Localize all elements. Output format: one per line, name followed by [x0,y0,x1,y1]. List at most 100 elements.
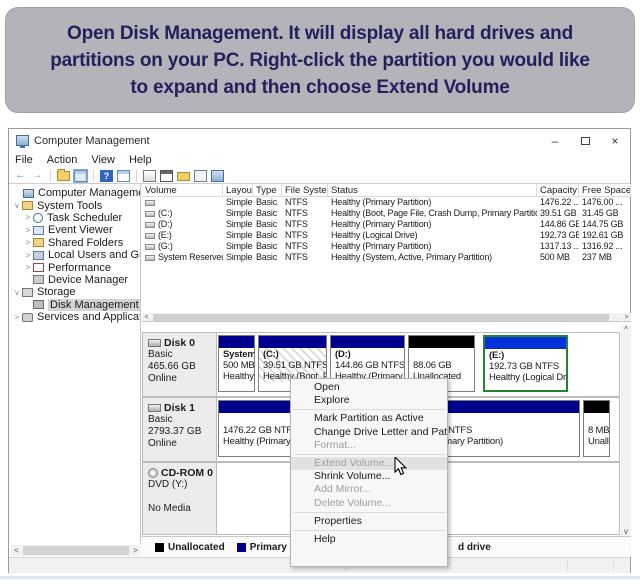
expander-icon[interactable]: > [12,313,22,322]
computer-icon[interactable] [211,170,224,182]
tree-item-task-scheduler[interactable]: > Task Scheduler [9,212,140,224]
partition-e[interactable]: (E:) 192.73 GB NTFS Healthy (Logical Dri… [483,335,568,392]
maximize-button[interactable] [570,129,600,152]
tree-horizontal-scrollbar[interactable]: < > [11,545,141,556]
volume-free: 192.61 GB [579,230,631,241]
primary-partition-swatch [237,543,246,552]
find-icon[interactable] [194,170,207,182]
tree-item-label: Computer Management (Local [38,187,140,199]
volume-icon [145,211,155,217]
legend-unallocated-label: Unallocated [168,542,225,553]
scroll-left-icon[interactable]: < [142,314,151,321]
expander-icon[interactable]: > [23,226,33,235]
window-icon[interactable] [117,170,130,182]
open-folder-icon[interactable] [177,172,190,181]
title-bar[interactable]: Computer Management – × [9,129,630,152]
back-icon[interactable]: ← [14,170,27,182]
scrollbar-thumb[interactable] [23,546,129,555]
column-volume[interactable]: Volume [142,184,223,197]
tree-item-device-manager[interactable]: Device Manager [9,274,140,286]
event-viewer-icon [33,226,44,235]
console-icon[interactable] [160,170,173,182]
column-type[interactable]: Type [253,184,282,197]
volume-row[interactable]: System Reserved Simple Basic NTFS Health… [142,252,631,263]
column-status[interactable]: Status [328,184,537,197]
up-one-level-icon[interactable] [57,171,70,181]
volume-row[interactable]: (G:) Simple Basic NTFS Healthy (Primary … [142,241,631,252]
menu-item-open[interactable]: Open [291,381,447,394]
expander-icon[interactable]: > [23,213,33,222]
tree-item-event-viewer[interactable]: > Event Viewer [9,224,140,236]
tree-item-storage[interactable]: v Storage [9,286,140,298]
menu-item-properties[interactable]: Properties [291,515,447,528]
menu-view[interactable]: View [91,154,115,166]
menu-item-shrink-volume[interactable]: Shrink Volume... [291,470,447,483]
column-layout[interactable]: Layout [223,184,253,197]
expander-icon[interactable]: > [23,263,33,272]
help-icon[interactable]: ? [100,170,113,182]
menu-item-mark-partition-as-active[interactable]: Mark Partition as Active [291,412,447,425]
show-console-tree-icon[interactable] [74,170,87,182]
forward-icon[interactable]: → [31,170,44,182]
scroll-up-icon[interactable]: ^ [621,325,631,334]
cdrom-label[interactable]: CD-ROM 0 DVD (Y:) No Media [143,463,217,534]
menu-item-explore[interactable]: Explore [291,394,447,407]
volume-row[interactable]: (C:) Simple Basic NTFS Healthy (Boot, Pa… [142,208,631,219]
expander-icon[interactable]: v [12,288,22,297]
disk0-label[interactable]: Disk 0 Basic 465.66 GB Online [143,333,217,396]
disk-size: 465.66 GB [148,361,216,373]
tree-item-shared-folders[interactable]: > Shared Folders [9,237,140,249]
partition-system-reserved[interactable]: System 500 MB NTFS Healthy [218,335,255,392]
task-scheduler-icon [33,213,43,223]
volume-capacity: 1476.22 ... [537,197,579,208]
tree-item-disk-management[interactable]: Disk Management [9,299,140,311]
tree-item-local-users-and-groups[interactable]: > Local Users and Groups [9,249,140,261]
scroll-down-icon[interactable]: v [621,527,631,536]
scroll-right-icon[interactable]: > [130,546,141,555]
tree-item-services-and-applications[interactable]: > Services and Applications [9,311,140,323]
device-manager-icon [33,275,44,284]
tree-item-computer-management[interactable]: Computer Management (Local [9,187,140,199]
expander-icon[interactable]: v [12,201,22,210]
app-icon [16,135,29,146]
menu-separator [293,409,445,410]
maximize-icon [581,137,590,145]
tree-item-system-tools[interactable]: v System Tools [9,199,140,211]
volume-layout: Simple [223,230,253,241]
volume-layout: Simple [223,241,253,252]
scroll-right-icon[interactable]: > [622,314,631,321]
volume-name: (G:) [158,241,173,252]
unallocated-space-8mb[interactable]: 8 MB Unallocated [583,400,610,457]
volume-row[interactable]: (E:) Simple Basic NTFS Healthy (Logical … [142,230,631,241]
expander-icon[interactable]: > [23,251,33,260]
disk1-label[interactable]: Disk 1 Basic 2793.37 GB Online [143,398,217,461]
scroll-left-icon[interactable]: < [11,546,22,555]
column-free-space[interactable]: Free Space [579,184,631,197]
shared-folders-icon [33,238,44,247]
menu-file[interactable]: File [15,154,33,166]
volume-row[interactable]: Simple Basic NTFS Healthy (Primary Parti… [142,197,631,208]
tree-item-label: Performance [48,262,111,274]
scrollbar-thumb[interactable] [153,314,609,321]
close-button[interactable]: × [600,129,630,152]
volume-layout: Simple [223,219,253,230]
volume-row[interactable]: (D:) Simple Basic NTFS Healthy (Primary … [142,219,631,230]
volume-capacity: 500 MB [537,252,579,263]
tree-item-performance[interactable]: > Performance [9,261,140,273]
volume-horizontal-scrollbar[interactable]: < > [142,313,631,322]
column-capacity[interactable]: Capacity [537,184,579,197]
volume-status: Healthy (System, Active, Primary Partiti… [328,252,537,263]
minimize-button[interactable]: – [540,129,570,152]
volume-fs: NTFS [282,219,328,230]
menu-item-help[interactable]: Help [291,533,447,546]
tree-item-label: Local Users and Groups [48,249,140,261]
menu-help[interactable]: Help [129,154,152,166]
refresh-icon[interactable] [143,170,156,182]
partition-status: Unallocated [588,436,609,447]
status-separator [613,560,614,571]
vertical-scrollbar[interactable]: ^ v [621,325,631,536]
column-file-system[interactable]: File System [282,184,328,197]
menu-item-change-drive-letter[interactable]: Change Drive Letter and Paths... [291,426,447,439]
menu-action[interactable]: Action [47,154,78,166]
expander-icon[interactable]: > [23,238,33,247]
